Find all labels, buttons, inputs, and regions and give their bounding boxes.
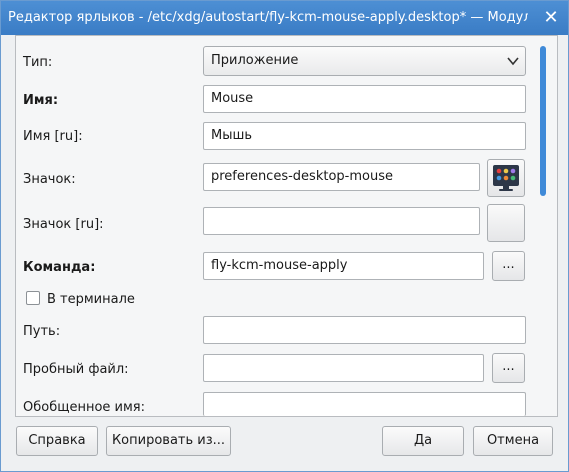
cancel-button[interactable]: Отмена — [473, 426, 553, 456]
name-label: Имя: — [23, 93, 59, 108]
close-icon[interactable]: ✕ — [540, 7, 562, 29]
command-label: Команда: — [23, 260, 96, 275]
name-ru-label: Имя [ru]: — [23, 129, 83, 144]
icon-ru-picker-button[interactable] — [487, 204, 525, 242]
form-panel: Тип: Приложение Имя: Mouse Имя [ru]: Мыш… — [15, 35, 558, 417]
title-bar[interactable]: Редактор ярлыков - /etc/xdg/autostart/fl… — [1, 1, 568, 35]
icon-ru-label: Значок [ru]: — [23, 217, 104, 232]
dialog-window: Редактор ярлыков - /etc/xdg/autostart/fl… — [0, 0, 569, 472]
name-field[interactable]: Mouse — [203, 85, 526, 113]
tryexec-label: Пробный файл: — [23, 362, 129, 377]
type-label: Тип: — [23, 55, 53, 70]
icon-field[interactable]: preferences-desktop-mouse — [203, 163, 480, 191]
tryexec-browse-button[interactable]: ... — [492, 353, 525, 383]
generic-name-label: Обобщенное имя: — [23, 400, 146, 415]
terminal-label: В терминале — [47, 292, 135, 307]
icon-label: Значок: — [23, 172, 76, 187]
type-select-value: Приложение — [211, 53, 299, 68]
command-field[interactable]: fly-kcm-mouse-apply — [203, 252, 484, 280]
ok-button[interactable]: Да — [382, 426, 464, 456]
name-ru-field[interactable]: Мышь — [203, 122, 526, 150]
path-field[interactable] — [203, 316, 526, 344]
type-select[interactable]: Приложение — [203, 46, 526, 76]
generic-name-field[interactable] — [203, 392, 526, 416]
window-title: Редактор ярлыков - /etc/xdg/autostart/fl… — [8, 10, 528, 25]
icon-ru-field[interactable] — [203, 207, 480, 235]
copy-from-button[interactable]: Копировать из... — [106, 426, 231, 456]
tryexec-field[interactable] — [203, 354, 484, 382]
help-button[interactable]: Справка — [16, 426, 98, 456]
terminal-checkbox[interactable] — [26, 291, 40, 305]
path-label: Путь: — [23, 324, 61, 339]
scrollbar-thumb[interactable] — [540, 46, 546, 196]
command-browse-button[interactable]: ... — [492, 251, 525, 281]
chevron-down-icon — [507, 57, 519, 66]
preferences-desktop-mouse-icon — [493, 165, 519, 191]
icon-picker-button[interactable] — [487, 159, 525, 197]
vertical-scrollbar[interactable] — [537, 38, 551, 414]
